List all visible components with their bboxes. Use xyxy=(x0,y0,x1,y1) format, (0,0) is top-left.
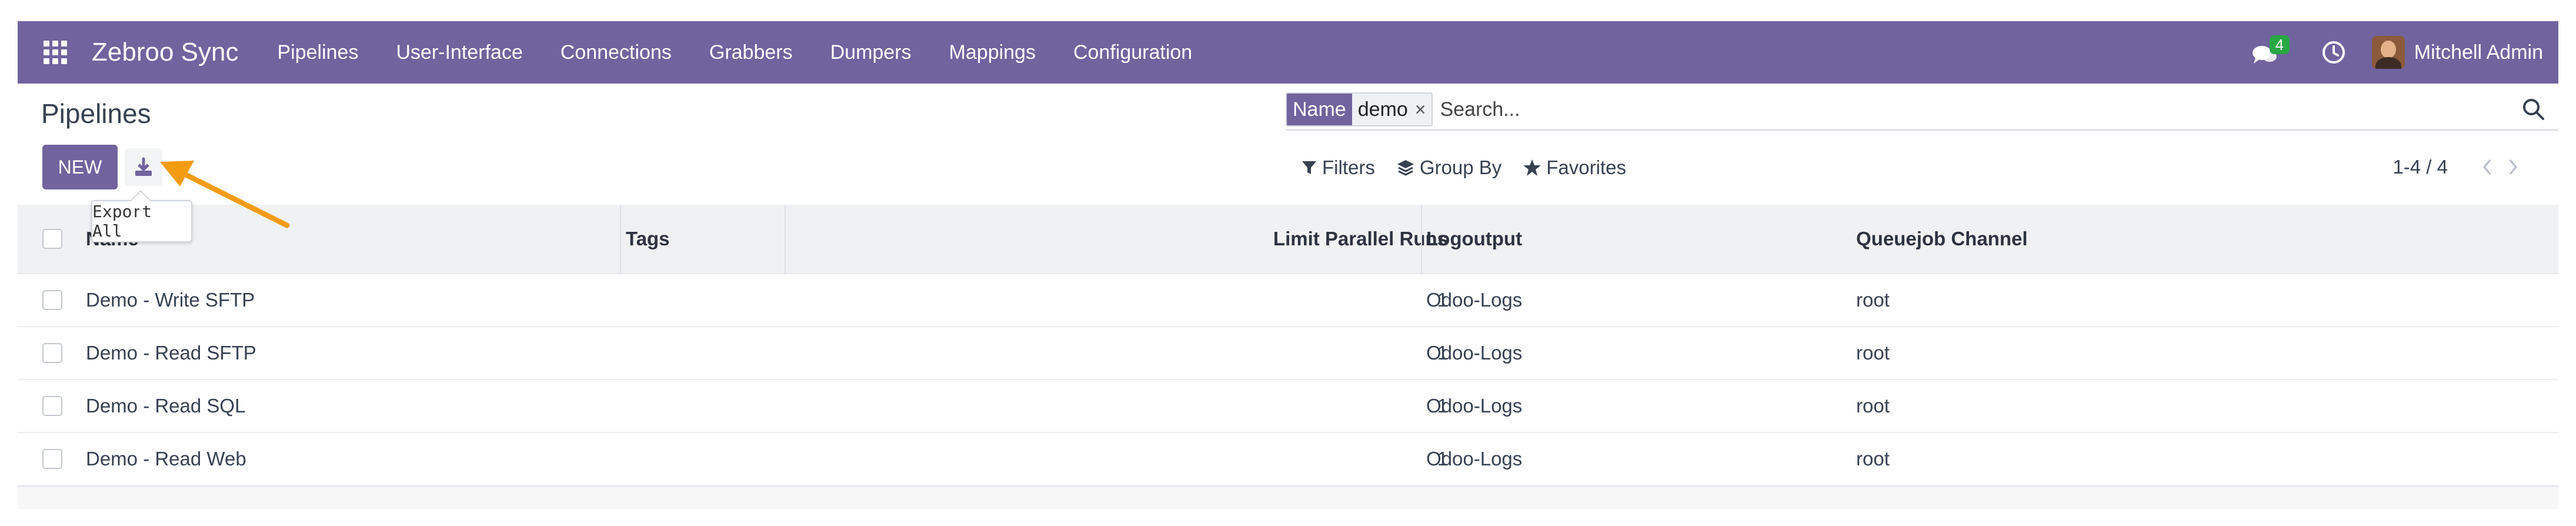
chevron-left-icon xyxy=(2483,159,2491,175)
avatar[interactable] xyxy=(2371,36,2405,69)
column-header-logoutput[interactable]: Logoutput xyxy=(1426,228,1522,250)
layers-icon xyxy=(1397,160,1414,176)
funnel-icon xyxy=(1302,161,1316,174)
chat-count-badge: 4 xyxy=(2269,35,2290,54)
row-logoutput: Odoo-Logs xyxy=(1426,448,1523,470)
group-by-button[interactable]: Group By xyxy=(1396,157,1501,179)
chat-button[interactable]: 4 xyxy=(2252,35,2290,66)
list-header: Name Tags Limit Parallel Runs Logoutput … xyxy=(18,205,2558,274)
row-queue: root xyxy=(1856,342,1890,364)
star-icon xyxy=(1523,159,1541,176)
row-queue: root xyxy=(1856,395,1890,417)
top-navbar: Zebroo Sync Pipelines User-Interface Con… xyxy=(18,21,2558,84)
favorites-label: Favorites xyxy=(1546,157,1626,178)
search-icon[interactable] xyxy=(2521,96,2547,122)
chevron-right-icon xyxy=(2509,159,2517,175)
column-header-tags[interactable]: Tags xyxy=(626,228,670,250)
search-panel-toggles: Filters Group By Favorites xyxy=(1301,157,1647,179)
clock-icon xyxy=(2322,41,2345,64)
facet-remove-button[interactable]: × xyxy=(1412,94,1432,125)
column-divider[interactable] xyxy=(620,205,621,274)
search-facet: Name demo × xyxy=(1286,92,1433,126)
facet-label: Name xyxy=(1287,94,1352,125)
row-logoutput: Odoo-Logs xyxy=(1426,395,1523,417)
app-brand[interactable]: Zebroo Sync xyxy=(92,38,238,67)
menu-item-pipelines[interactable]: Pipelines xyxy=(258,41,377,64)
new-button[interactable]: NEW xyxy=(42,145,118,189)
pager-next-button[interactable] xyxy=(2504,155,2522,179)
menu-item-mappings[interactable]: Mappings xyxy=(930,41,1055,64)
row-logoutput: Odoo-Logs xyxy=(1426,342,1523,364)
pager-previous-button[interactable] xyxy=(2478,155,2496,179)
row-checkbox[interactable] xyxy=(42,290,62,310)
page-title: Pipelines xyxy=(41,98,151,129)
row-checkbox[interactable] xyxy=(42,396,62,416)
table-row[interactable]: Demo - Read Web 1 Odoo-Logs root xyxy=(18,433,2558,486)
search-input[interactable] xyxy=(1440,98,2558,121)
pager-value[interactable]: 1-4 / 4 xyxy=(2393,156,2448,178)
row-name: Demo - Read Web xyxy=(86,448,246,470)
menu-item-connections[interactable]: Connections xyxy=(542,41,690,64)
row-queue: root xyxy=(1856,289,1890,311)
column-header-queuejob-channel[interactable]: Queuejob Channel xyxy=(1856,228,2028,250)
search-bar: Name demo × xyxy=(1286,89,2558,131)
group-by-label: Group By xyxy=(1419,157,1502,178)
row-name: Demo - Write SFTP xyxy=(86,289,255,311)
pipelines-list: Name Tags Limit Parallel Runs Logoutput … xyxy=(18,205,2558,510)
table-row[interactable]: Demo - Read SFTP 1 Odoo-Logs root xyxy=(18,327,2558,380)
navbar-systray: 4 Mitchell Admin xyxy=(2252,35,2543,69)
column-divider[interactable] xyxy=(785,205,786,274)
row-checkbox[interactable] xyxy=(42,449,62,469)
row-checkbox[interactable] xyxy=(42,343,62,363)
table-row[interactable]: Demo - Write SFTP 1 Odoo-Logs root xyxy=(18,274,2558,327)
row-logoutput: Odoo-Logs xyxy=(1426,289,1523,311)
user-menu[interactable]: Mitchell Admin xyxy=(2414,41,2543,64)
main-menu: Pipelines User-Interface Connections Gra… xyxy=(258,41,1211,64)
row-name: Demo - Read SFTP xyxy=(86,342,256,364)
list-footer xyxy=(18,486,2558,510)
menu-item-configuration[interactable]: Configuration xyxy=(1055,41,1211,64)
menu-item-grabbers[interactable]: Grabbers xyxy=(690,41,812,64)
facet-value: demo xyxy=(1352,94,1413,125)
table-row[interactable]: Demo - Read SQL 1 Odoo-Logs root xyxy=(18,380,2558,433)
annotation-arrow-icon xyxy=(160,161,290,228)
activity-button[interactable] xyxy=(2320,39,2347,66)
row-queue: root xyxy=(1856,448,1890,470)
filters-button[interactable]: Filters xyxy=(1301,157,1375,179)
menu-item-dumpers[interactable]: Dumpers xyxy=(812,41,930,64)
filters-label: Filters xyxy=(1322,157,1375,178)
pager: 1-4 / 4 xyxy=(2393,155,2522,179)
menu-item-user-interface[interactable]: User-Interface xyxy=(377,41,541,64)
apps-grid-icon[interactable] xyxy=(44,41,67,64)
favorites-button[interactable]: Favorites xyxy=(1523,157,1626,179)
select-all-checkbox[interactable] xyxy=(42,229,62,249)
row-name: Demo - Read SQL xyxy=(86,395,246,417)
column-divider[interactable] xyxy=(1421,205,1422,274)
